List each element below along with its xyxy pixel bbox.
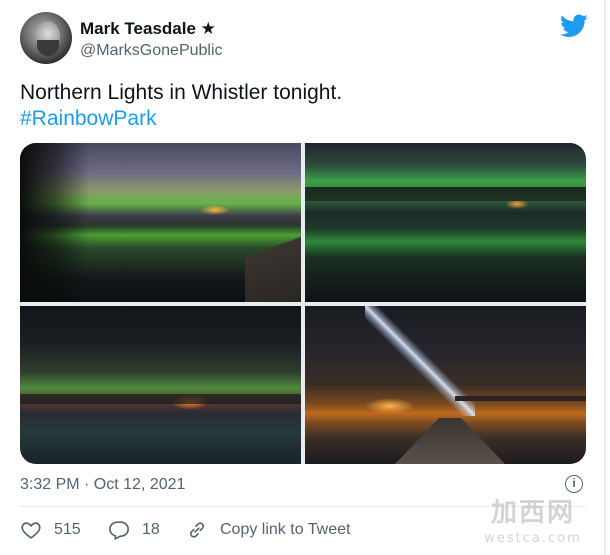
tweet-card: Mark Teasdale ★ @MarksGonePublic Norther… bbox=[0, 0, 606, 555]
photo-3[interactable] bbox=[20, 306, 301, 464]
watermark-sub: westca.com bbox=[484, 531, 582, 546]
photo-4[interactable] bbox=[305, 306, 586, 464]
author-name[interactable]: Mark Teasdale ★ bbox=[80, 19, 216, 39]
reply-count: 18 bbox=[142, 521, 160, 538]
photo-2[interactable] bbox=[305, 143, 586, 302]
heart-icon bbox=[21, 522, 41, 539]
media-grid bbox=[20, 143, 586, 464]
like-count: 515 bbox=[54, 521, 81, 538]
avatar[interactable] bbox=[20, 12, 72, 64]
reply-bubble-icon bbox=[109, 521, 129, 541]
info-icon[interactable]: i bbox=[565, 475, 583, 493]
watermark: 加西网 westca.com bbox=[478, 492, 588, 546]
watermark-main: 加西网 bbox=[490, 498, 575, 528]
reply-button[interactable]: 18 bbox=[108, 516, 160, 544]
avatar-beard bbox=[37, 40, 59, 56]
copy-link-label: Copy link to Tweet bbox=[220, 521, 351, 538]
twitter-bird-icon[interactable] bbox=[560, 14, 588, 38]
tweet-body: Northern Lights in Whistler tonight. bbox=[20, 81, 343, 104]
tweet-timestamp[interactable]: 3:32 PM · Oct 12, 2021 bbox=[20, 476, 185, 494]
link-icon bbox=[189, 522, 205, 538]
author-handle[interactable]: @MarksGonePublic bbox=[80, 42, 223, 60]
copy-link-button[interactable]: Copy link to Tweet bbox=[186, 516, 350, 544]
like-button[interactable]: 515 bbox=[20, 516, 81, 544]
hashtag-link[interactable]: #RainbowPark bbox=[20, 106, 342, 132]
photo-1[interactable] bbox=[20, 143, 301, 302]
tweet-text: Northern Lights in Whistler tonight. #Ra… bbox=[20, 80, 342, 132]
